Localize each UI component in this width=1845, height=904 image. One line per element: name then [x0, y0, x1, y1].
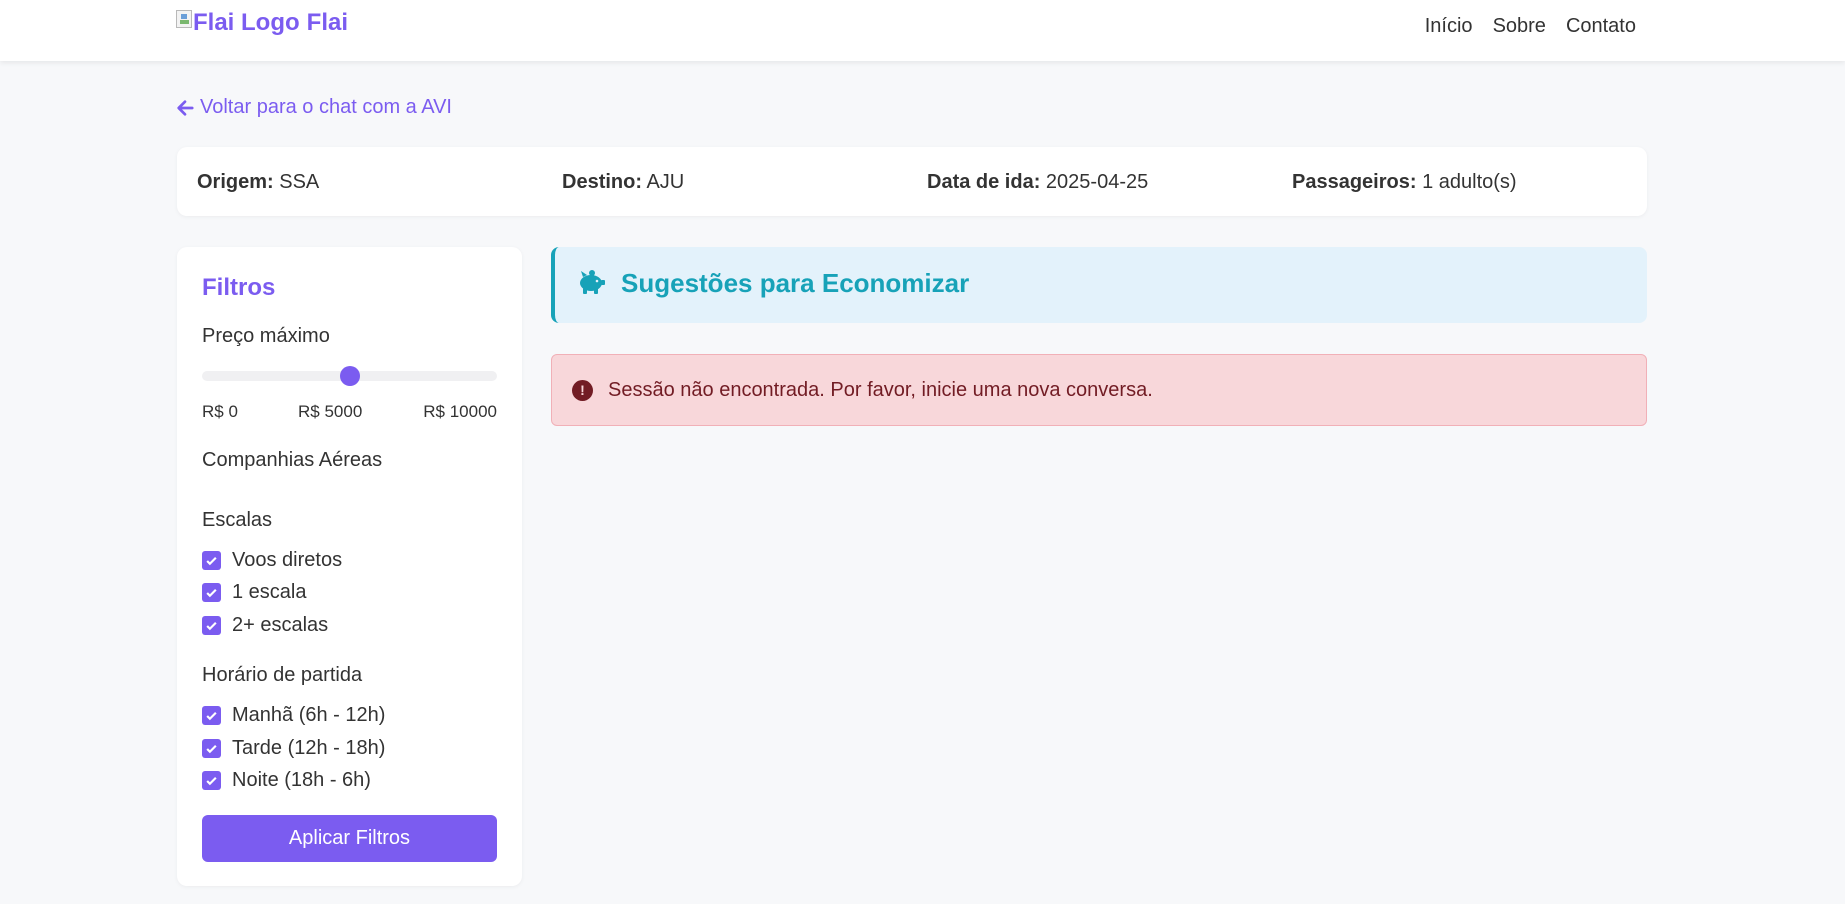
departure-time-label: Horário de partida [202, 664, 363, 686]
price-min-label: R$ 0 [202, 402, 238, 421]
arrow-left-icon [177, 99, 194, 116]
stops-option-direct[interactable]: Voos diretos [202, 549, 342, 572]
price-slider-thumb[interactable] [339, 366, 360, 386]
destination-field: Destino: AJU [562, 171, 684, 194]
max-price-label: Preço máximo [202, 325, 330, 347]
checkbox-checked-icon[interactable] [202, 583, 221, 602]
departure-option-label: Noite (18h - 6h) [232, 769, 371, 791]
stops-option-label: Voos diretos [232, 549, 343, 571]
departure-option-label: Tarde (12h - 18h) [232, 737, 386, 759]
date-label: Data de ida: [927, 171, 1041, 193]
origin-label: Origem: [197, 171, 274, 193]
broken-image-icon [176, 10, 192, 28]
filters-panel: Filtros Preço máximo R$ 0 R$ 5000 R$ 100… [177, 247, 522, 886]
origin-value: SSA [279, 171, 320, 193]
destination-label: Destino: [562, 171, 642, 193]
origin-field: Origem: SSA [197, 171, 319, 194]
back-link-label: Voltar para o chat com a AVI [200, 96, 452, 118]
stops-label: Escalas [202, 509, 273, 531]
apply-filters-button[interactable]: Aplicar Filtros [202, 815, 497, 862]
brand-name: Flai [306, 9, 348, 36]
piggy-bank-icon [580, 270, 605, 294]
checkbox-checked-icon[interactable] [202, 551, 221, 570]
savings-suggestions-box: Sugestões para Economizar [551, 247, 1647, 323]
logo-image: Flai Logo [176, 9, 300, 37]
brand-link[interactable]: Flai Logo Flai [176, 9, 348, 37]
nav-link-sobre[interactable]: Sobre [1493, 15, 1546, 38]
checkbox-checked-icon[interactable] [202, 706, 221, 725]
error-alert: ! Sessão não encontrada. Por favor, inic… [551, 354, 1647, 426]
checkbox-checked-icon[interactable] [202, 771, 221, 790]
checkbox-checked-icon[interactable] [202, 616, 221, 635]
stops-option-label: 2+ escalas [232, 614, 329, 636]
exclamation-circle-icon: ! [572, 380, 593, 401]
date-field: Data de ida: 2025-04-25 [927, 171, 1148, 194]
logo-alt-text: Flai Logo [193, 9, 300, 36]
departure-option-morning[interactable]: Manhã (6h - 12h) [202, 704, 385, 727]
nav-links: Início Sobre Contato [1425, 15, 1636, 38]
stops-option-two-plus[interactable]: 2+ escalas [202, 614, 328, 637]
passengers-field: Passageiros: 1 adulto(s) [1292, 171, 1517, 194]
stops-option-one[interactable]: 1 escala [202, 581, 307, 604]
top-navbar: Flai Logo Flai Início Sobre Contato [0, 0, 1845, 61]
passengers-label: Passageiros: [1292, 171, 1417, 193]
suggestions-title: Sugestões para Economizar [621, 268, 970, 298]
departure-option-label: Manhã (6h - 12h) [232, 704, 386, 726]
price-slider[interactable] [202, 366, 497, 386]
filters-title: Filtros [202, 274, 276, 301]
price-mid-label: R$ 5000 [298, 402, 363, 421]
price-max-label: R$ 10000 [423, 402, 497, 421]
departure-option-night[interactable]: Noite (18h - 6h) [202, 769, 371, 792]
departure-option-afternoon[interactable]: Tarde (12h - 18h) [202, 737, 385, 760]
destination-value: AJU [646, 171, 685, 193]
checkbox-checked-icon[interactable] [202, 739, 221, 758]
back-to-chat-link[interactable]: Voltar para o chat com a AVI [176, 96, 452, 119]
stops-option-label: 1 escala [232, 581, 307, 603]
search-summary-card: Origem: SSA Destino: AJU Data de ida: 20… [177, 147, 1647, 216]
error-message: Sessão não encontrada. Por favor, inicie… [608, 379, 1153, 401]
nav-link-contato[interactable]: Contato [1566, 15, 1636, 38]
airlines-label: Companhias Aéreas [202, 449, 383, 471]
date-value: 2025-04-25 [1045, 171, 1149, 193]
nav-link-inicio[interactable]: Início [1425, 15, 1473, 38]
passengers-value: 1 adulto(s) [1422, 171, 1517, 193]
